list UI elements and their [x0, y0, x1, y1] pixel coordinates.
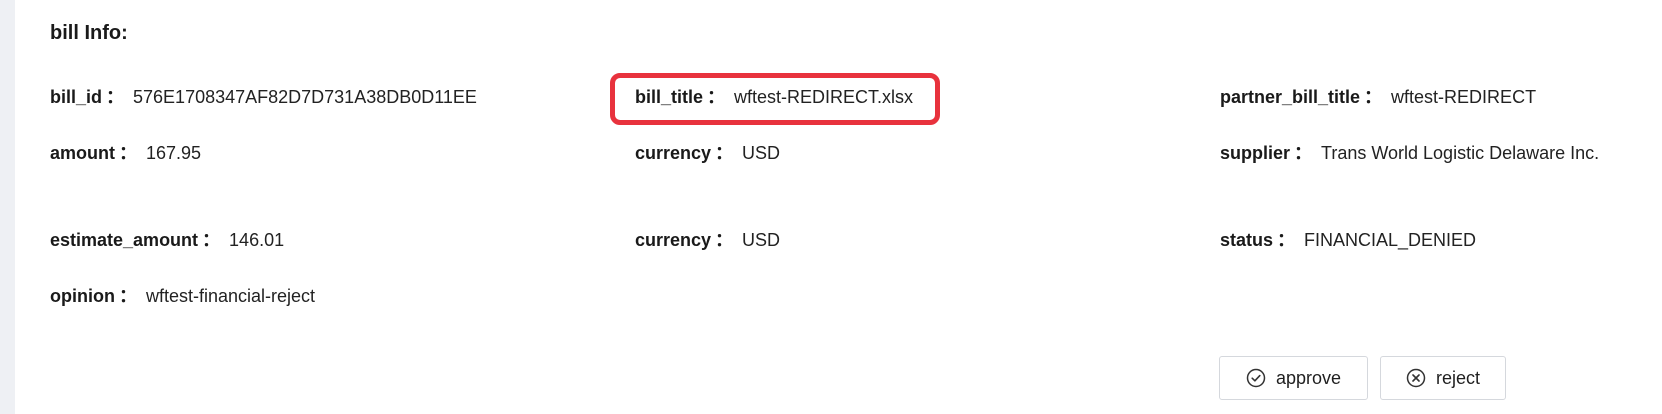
field-status: status： FINANCIAL_DENIED	[1220, 229, 1476, 251]
field-separator: ：	[119, 143, 137, 163]
field-label: bill_id	[50, 87, 103, 107]
field-value: 167.95	[146, 143, 202, 163]
field-value: Trans World Logistic Delaware Inc.	[1321, 143, 1600, 163]
field-value: wftest-REDIRECT	[1391, 87, 1537, 107]
field-separator: ：	[1294, 143, 1313, 163]
field-value: 576E1708347AF82D7D731A38DB0D11EE	[133, 87, 477, 107]
field-separator: ：	[118, 286, 137, 306]
field-separator: ：	[1364, 87, 1383, 107]
field-label: partner_bill_title	[1220, 87, 1361, 107]
field-label: status	[1220, 230, 1274, 250]
field-separator: ：	[1277, 230, 1296, 250]
field-label: opinion	[50, 286, 115, 306]
field-separator: ：	[715, 230, 734, 250]
field-supplier: supplier： Trans World Logistic Delaware I…	[1220, 142, 1599, 164]
field-value: FINANCIAL_DENIED	[1304, 230, 1477, 250]
field-estimate-currency: currency： USD	[635, 229, 780, 251]
field-estimate-amount: estimate_amount： 146.01	[50, 229, 284, 251]
field-value: wftest-REDIRECT.xlsx	[734, 87, 914, 107]
x-circle-icon	[1406, 368, 1426, 388]
field-value: USD	[742, 143, 781, 163]
field-label: bill_title	[635, 87, 704, 107]
bill-info-panel	[15, 0, 1662, 414]
field-currency: currency： USD	[635, 142, 780, 164]
field-separator: ：	[715, 143, 734, 163]
field-label: amount	[50, 143, 115, 163]
field-label: estimate_amount	[50, 230, 199, 250]
field-separator: ：	[707, 87, 726, 107]
field-partner-bill-title: partner_bill_title： wftest-REDIRECT	[1220, 86, 1536, 108]
field-label: currency	[635, 230, 712, 250]
field-amount: amount： 167.95	[50, 142, 201, 164]
field-separator: ：	[202, 230, 221, 250]
field-bill-id: bill_id： 576E1708347AF82D7D731A38DB0D11EE	[50, 86, 477, 108]
field-value: wftest-financial-reject	[145, 286, 316, 306]
check-circle-icon	[1246, 368, 1266, 388]
field-label: currency	[635, 143, 712, 163]
approve-label: approve	[1275, 367, 1342, 388]
reject-button[interactable]: reject	[1380, 356, 1506, 400]
approve-button[interactable]: approve	[1219, 356, 1368, 400]
field-value: 146.01	[229, 230, 285, 250]
field-label: supplier	[1220, 143, 1291, 163]
field-value: USD	[742, 230, 781, 250]
field-separator: ：	[106, 87, 125, 107]
reject-label: reject	[1435, 367, 1480, 388]
field-opinion: opinion： wftest-financial-reject	[50, 285, 315, 307]
section-title: bill Info:	[50, 22, 128, 44]
field-bill-title: bill_title： wftest-REDIRECT.xlsx	[635, 86, 913, 108]
